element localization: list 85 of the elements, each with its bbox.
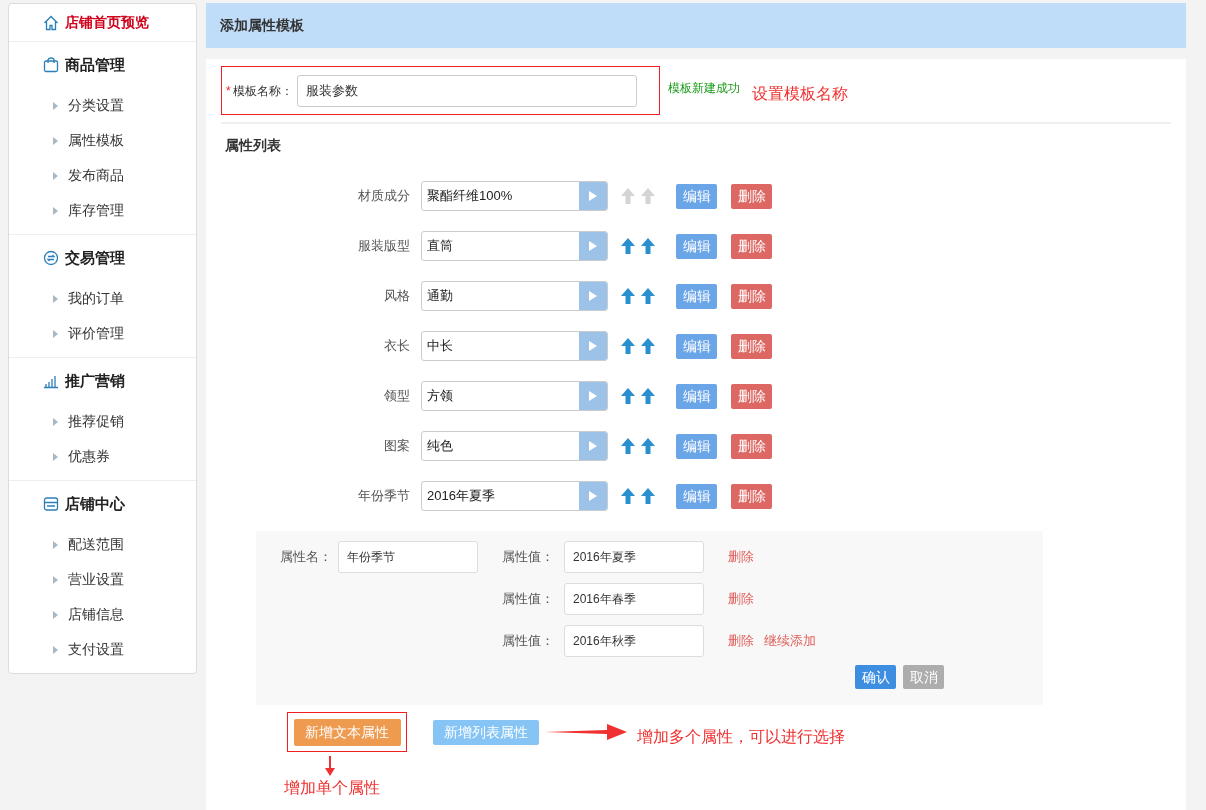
up-arrow-icon[interactable] [641,288,655,304]
sidebar-group-title: 推广营销 [65,370,125,391]
caret-icon [53,645,58,654]
up-arrow-icon[interactable] [641,338,655,354]
attribute-label: 服装版型 [357,237,410,256]
bag-icon [43,57,59,73]
caret-icon [53,101,58,110]
field-label: 属性值： [502,632,555,651]
field-label: 属性值： [502,590,555,609]
caret-icon [53,540,58,549]
annotation-text: 增加多个属性，可以进行选择 [637,727,845,747]
attribute-value-input[interactable]: 2016年秋季 [564,625,704,657]
caret-icon [53,417,58,426]
sidebar-item[interactable]: 营业设置 [68,569,124,590]
up-arrow-icon[interactable] [641,438,655,454]
attribute-label: 风格 [383,287,410,306]
sidebar-item[interactable]: 库存管理 [68,200,124,221]
attribute-select[interactable]: 方领 [421,381,608,411]
sidebar-item[interactable]: 属性模板 [68,130,124,151]
attribute-select[interactable]: 聚酯纤维100% [421,181,608,211]
attribute-select[interactable]: 2016年夏季 [421,481,608,511]
bar-chart-icon [43,373,59,389]
play-icon [589,191,597,201]
attribute-label: 衣长 [383,337,410,356]
success-message: 模板新建成功 [668,79,740,97]
down-arrow-drawing [325,756,335,776]
play-icon [589,491,597,501]
up-arrow-icon[interactable] [621,488,635,504]
sidebar-item[interactable]: 配送范围 [68,534,124,555]
caret-icon [53,136,58,145]
attribute-value-input[interactable]: 2016年夏季 [564,541,704,573]
up-arrow-icon[interactable] [621,338,635,354]
sidebar-group-title: 商品管理 [65,54,125,75]
play-icon [589,341,597,351]
home-icon [43,14,59,31]
play-icon [589,241,597,251]
attribute-label: 领型 [383,387,410,406]
caret-icon [53,294,58,303]
field-label: 属性值： [502,548,555,567]
caret-icon [53,610,58,619]
store-icon [43,496,59,512]
required-mark: * [226,82,231,100]
exchange-icon [43,250,59,266]
template-name-input[interactable]: 服装参数 [296,74,637,107]
sidebar-item[interactable]: 评价管理 [68,323,124,344]
annotation-text: 设置模板名称 [752,83,848,104]
sidebar-item[interactable]: 支付设置 [68,639,124,660]
up-arrow-icon[interactable] [641,388,655,404]
caret-icon [53,329,58,338]
sidebar-item[interactable]: 分类设置 [68,95,124,116]
sidebar-item[interactable]: 优惠券 [68,446,110,467]
attribute-label: 材质成分 [357,187,410,206]
caret-icon [53,171,58,180]
sidebar-group-title: 店铺中心 [65,493,125,514]
sidebar-item[interactable]: 店铺信息 [68,604,124,625]
up-arrow-icon[interactable] [641,238,655,254]
caret-icon [53,206,58,215]
attribute-name-input[interactable]: 年份季节 [338,541,478,573]
attribute-label: 年份季节 [357,487,410,506]
sidebar-item[interactable]: 推荐促销 [68,411,124,432]
page-title: 添加属性模板 [220,16,304,35]
up-arrow-icon[interactable] [621,388,635,404]
caret-icon [53,452,58,461]
attribute-select[interactable]: 中长 [421,331,608,361]
play-icon [589,391,597,401]
up-arrow-icon[interactable] [641,488,655,504]
up-arrow-icon[interactable] [621,288,635,304]
sidebar-item[interactable]: 发布商品 [68,165,124,186]
field-label: 模板名称： [232,82,293,100]
section-title: 属性列表 [225,135,281,155]
attribute-value-input[interactable]: 2016年春季 [564,583,704,615]
caret-icon [53,575,58,584]
up-arrow-icon[interactable] [621,438,635,454]
attribute-select[interactable]: 直筒 [421,231,608,261]
play-icon [589,441,597,451]
home-preview-link[interactable]: 店铺首页预览 [65,12,149,33]
up-arrow-icon[interactable] [621,238,635,254]
field-label: 属性名： [280,548,333,567]
attribute-select[interactable]: 通勤 [421,281,608,311]
play-icon [589,291,597,301]
sidebar-item[interactable]: 我的订单 [68,288,124,309]
sidebar-group-title: 交易管理 [65,247,125,268]
annotation-text: 增加单个属性 [284,778,380,798]
attribute-label: 图案 [383,437,410,456]
attribute-select[interactable]: 纯色 [421,431,608,461]
